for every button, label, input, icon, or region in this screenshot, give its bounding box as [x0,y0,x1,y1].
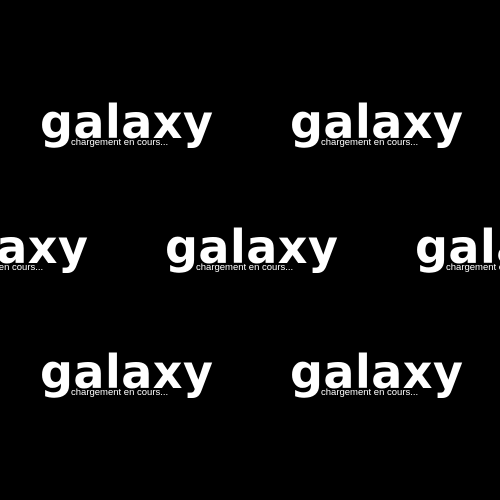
loading-screen: galaxy chargement en cours... galaxy cha… [0,0,500,500]
loading-tagline: chargement en cours... [71,137,169,148]
galaxy-logo-tile: galaxy chargement en cours... [415,224,500,284]
galaxy-logo-tile: galaxy chargement en cours... [40,99,220,159]
loading-tagline: chargement en cours... [321,387,419,398]
loading-tagline: chargement en cours... [196,262,294,273]
galaxy-logo-tile: galaxy chargement en cours... [40,349,220,409]
galaxy-logo-tile: galaxy chargement en cours... [290,349,470,409]
loading-tagline: chargement en cours... [71,387,169,398]
galaxy-logo-tile: galaxy chargement en cours... [290,99,470,159]
galaxy-logo-tile: galaxy chargement en cours... [165,224,345,284]
loading-tagline: chargement en cours... [0,262,44,273]
loading-tagline: chargement en cours... [321,137,419,148]
galaxy-logo-tile: galaxy chargement en cours... [0,224,95,284]
loading-tagline: chargement en cours... [446,262,500,273]
